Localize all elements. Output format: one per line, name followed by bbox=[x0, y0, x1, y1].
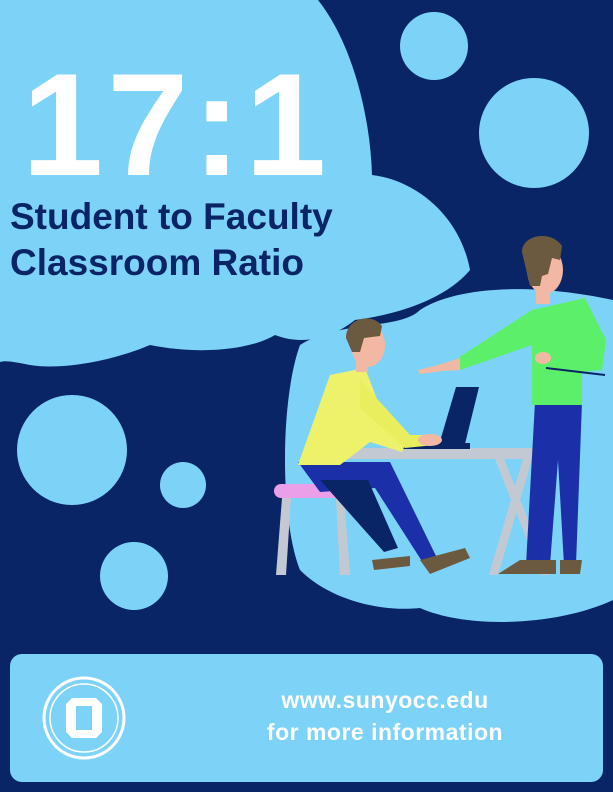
more-info-text: for more information bbox=[266, 719, 504, 745]
student-and-teacher-illustration bbox=[274, 235, 606, 575]
footer-banner: www.sunyocc.edu for more information bbox=[10, 654, 603, 782]
occ-o-logo-icon bbox=[42, 676, 126, 760]
website-url[interactable]: www.sunyocc.edu bbox=[170, 684, 600, 716]
footer-text: www.sunyocc.edu for more information bbox=[170, 684, 600, 748]
ratio-headline: 17:1 bbox=[22, 43, 331, 206]
poster: 17:1 Student to Faculty Classroom Ratio bbox=[0, 0, 613, 792]
